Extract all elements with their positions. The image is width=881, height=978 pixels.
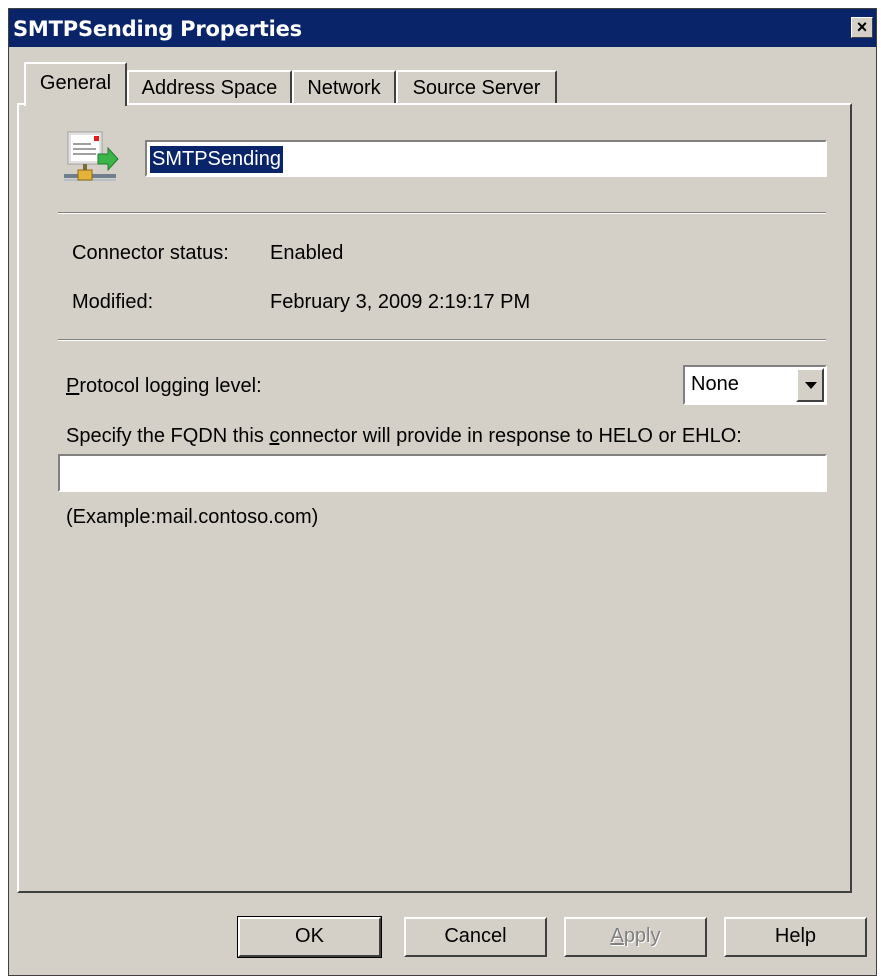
tab-address-space[interactable]: Address Space [127,70,292,106]
tab-network[interactable]: Network [292,70,396,106]
connector-name-input[interactable]: SMTPSending [145,140,827,177]
protocol-logging-value: None [691,373,739,395]
protocol-logging-accesskey: P [66,375,80,397]
protocol-logging-label-text: rotocol logging level: [79,375,262,397]
divider [58,212,826,214]
ok-button[interactable]: OK [237,916,382,958]
protocol-logging-select[interactable]: None [683,365,827,405]
close-button[interactable]: × [851,17,873,38]
chevron-down-icon [805,382,817,389]
fqdn-accesskey: c [269,425,280,447]
cancel-button-label: Cancel [444,925,507,947]
general-tab-panel [17,103,852,893]
connector-name-value: SMTPSending [150,146,283,173]
apply-button-label: pply [623,925,661,947]
window-title: SMTPSending Properties [13,17,302,41]
title-bar[interactable]: SMTPSending Properties × [9,9,876,47]
dropdown-button[interactable] [796,368,824,402]
connector-status-label: Connector status: [72,242,229,264]
tab-source-server[interactable]: Source Server [396,70,557,106]
help-button-label: Help [774,925,817,947]
close-icon: × [856,17,868,37]
tab-address-space-label: Address Space [141,77,278,99]
connector-status-value: Enabled [270,242,344,264]
modified-value: February 3, 2009 2:19:17 PM [270,291,531,313]
divider [58,339,826,341]
apply-button[interactable]: Apply [564,917,707,957]
tab-source-server-label: Source Server [412,77,541,99]
tab-general[interactable]: General [24,62,127,106]
tab-general-label: General [39,72,112,94]
tab-network-label: Network [307,77,381,99]
fqdn-input[interactable] [58,454,827,492]
help-button[interactable]: Help [724,917,867,957]
cancel-button[interactable]: Cancel [404,917,547,957]
fqdn-label-post: onnector will provide in response to HEL… [279,425,742,447]
send-connector-icon [64,131,119,181]
ok-button-label: OK [295,925,324,947]
apply-accesskey: A [610,925,624,947]
protocol-logging-label: Protocol logging level: [66,375,262,398]
fqdn-label: Specify the FQDN this connector will pro… [66,425,742,448]
modified-label: Modified: [72,291,154,313]
fqdn-label-pre: Specify the FQDN this [66,425,270,447]
fqdn-example-text: (Example:mail.contoso.com) [66,506,319,528]
